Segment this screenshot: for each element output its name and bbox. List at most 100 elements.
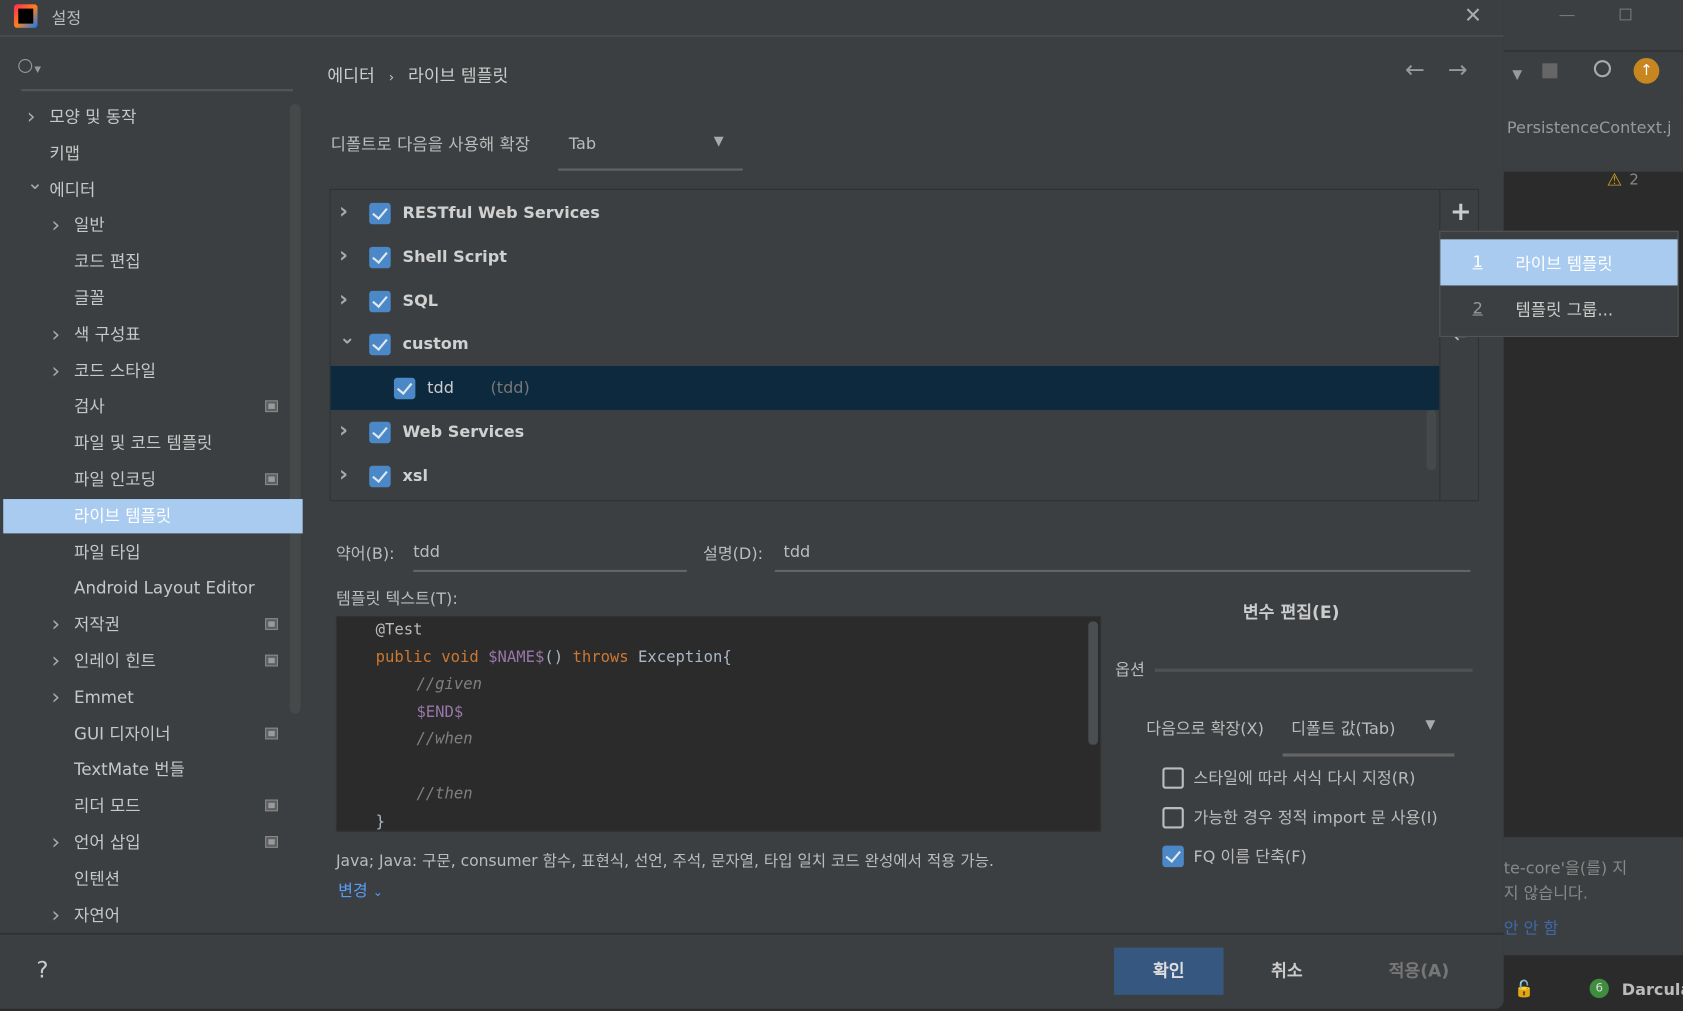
apply-button[interactable]: 적용(A): [1370, 948, 1469, 995]
chevron-right-icon[interactable]: ›: [339, 452, 348, 496]
sidebar-item[interactable]: 파일 및 코드 템플릿: [3, 426, 302, 460]
template-group-row[interactable]: › RESTful Web Services: [331, 191, 1440, 235]
sidebar-item[interactable]: 인텐션: [3, 862, 302, 896]
sidebar-item[interactable]: TextMate 번들: [3, 753, 302, 787]
checkbox[interactable]: [369, 290, 391, 312]
checkbox[interactable]: [369, 421, 391, 444]
sidebar-item[interactable]: Android Layout Editor: [3, 571, 302, 605]
sidebar-item[interactable]: ⌄ 에디터: [3, 171, 302, 206]
settings-search-input[interactable]: [45, 55, 290, 84]
minimize-icon[interactable]: [1559, 15, 1575, 17]
help-button[interactable]: ?: [36, 957, 48, 983]
sidebar-item[interactable]: 파일 타입: [3, 535, 302, 569]
chevron-right-icon[interactable]: ›: [27, 99, 36, 133]
stop-icon[interactable]: [1542, 63, 1558, 79]
sidebar-item[interactable]: › 저작권: [3, 608, 302, 642]
expand-with-dropdown[interactable]: 디폴트 값(Tab) ▼: [1282, 713, 1455, 758]
restore-icon[interactable]: [1619, 8, 1632, 21]
sidebar-item-label: 에디터: [49, 179, 96, 200]
editor-tab[interactable]: PersistenceContext.ja: [1507, 118, 1670, 137]
back-arrow-icon[interactable]: ←: [1405, 57, 1425, 84]
sidebar-item[interactable]: 키맵: [3, 136, 302, 170]
chevron-right-icon[interactable]: ›: [339, 276, 348, 320]
sidebar-item[interactable]: › 언어 삽입: [3, 825, 302, 859]
event-count-badge[interactable]: 6: [1589, 978, 1609, 999]
dropdown-icon[interactable]: ▼: [1512, 67, 1522, 82]
chevron-right-icon[interactable]: ›: [52, 316, 61, 350]
chevron-right-icon[interactable]: ›: [52, 353, 61, 387]
template-text-editor[interactable]: @Test public void $NAME$() throws Except…: [335, 616, 1102, 832]
checkbox[interactable]: [1162, 767, 1184, 789]
sidebar-item[interactable]: › 코드 스타일: [3, 354, 302, 388]
chevron-right-icon[interactable]: ›: [339, 408, 348, 452]
sidebar-item-label: Emmet: [74, 687, 134, 708]
option-checkbox[interactable]: 스타일에 따라 서식 다시 지정(R): [1162, 766, 1484, 790]
checkbox-label: FQ 이름 단축(F): [1193, 846, 1307, 867]
checkbox[interactable]: [393, 377, 416, 400]
template-row[interactable]: tdd (tdd): [330, 366, 1440, 411]
template-group-row[interactable]: › Shell Script: [331, 235, 1440, 279]
change-contexts-link[interactable]: 변경 ⌄: [338, 879, 383, 902]
checkbox[interactable]: [1162, 806, 1184, 828]
abbrev-input[interactable]: tdd: [413, 537, 687, 573]
edit-variables-button[interactable]: 변수 편집(E): [1243, 598, 1340, 624]
warning-icon[interactable]: ⚠: [1607, 170, 1622, 190]
sidebar-item[interactable]: 리더 모드: [3, 789, 302, 823]
ok-button[interactable]: 확인: [1114, 947, 1224, 995]
chevron-right-icon[interactable]: ›: [52, 897, 61, 931]
search-icon[interactable]: [1593, 60, 1612, 78]
chevron-right-icon[interactable]: ›: [52, 643, 61, 677]
tree-scrollbar[interactable]: [1426, 409, 1437, 471]
description-input[interactable]: tdd: [774, 537, 1471, 573]
checkbox[interactable]: [369, 334, 391, 356]
search-icon: [18, 59, 33, 73]
chevron-right-icon[interactable]: ›: [52, 824, 61, 858]
template-group-row[interactable]: › xsl: [331, 454, 1440, 498]
close-icon[interactable]: ✕: [1464, 2, 1482, 28]
sidebar-item[interactable]: › 일반: [3, 209, 302, 243]
menu-item-live-template[interactable]: 1 라이브 템플릿: [1440, 239, 1678, 286]
sidebar-item-label: 색 구성표: [74, 324, 141, 345]
sidebar-item[interactable]: › Emmet: [3, 680, 302, 714]
editor-scrollbar[interactable]: [1088, 621, 1098, 745]
sidebar-item[interactable]: › 자연어: [3, 898, 302, 932]
checkbox[interactable]: [369, 202, 391, 225]
chevron-right-icon[interactable]: ›: [52, 607, 61, 641]
checkbox[interactable]: [1162, 845, 1184, 868]
template-group-row[interactable]: › Web Services: [331, 410, 1440, 454]
sidebar-item[interactable]: › 모양 및 동작: [3, 100, 302, 134]
forward-arrow-icon[interactable]: →: [1448, 57, 1468, 84]
sidebar-item-label: 코드 편집: [74, 252, 141, 272]
sidebar-item[interactable]: › 색 구성표: [3, 317, 302, 351]
update-icon[interactable]: ↑: [1633, 57, 1660, 84]
sidebar-item[interactable]: 파일 인코딩: [3, 463, 302, 497]
code-line: //when: [416, 730, 473, 749]
template-group-row[interactable]: › SQL: [331, 279, 1440, 323]
sidebar-item[interactable]: › 인레이 힌트: [3, 644, 302, 678]
sidebar-item[interactable]: GUI 디자이너: [3, 716, 302, 750]
chevron-right-icon[interactable]: ›: [339, 190, 348, 233]
chevron-right-icon[interactable]: ›: [52, 208, 61, 242]
expand-default-dropdown[interactable]: Tab ▼: [558, 129, 743, 172]
add-icon[interactable]: +: [1450, 196, 1472, 226]
sidebar-item[interactable]: 코드 편집: [3, 245, 302, 279]
breadcrumb-item[interactable]: 에디터: [327, 65, 374, 85]
lock-icon[interactable]: 🔓: [1514, 979, 1534, 998]
chevron-right-icon[interactable]: ›: [339, 233, 348, 277]
chevron-down-icon[interactable]: ⌄: [339, 316, 355, 360]
sidebar-item[interactable]: 검사: [3, 390, 302, 424]
option-checkbox[interactable]: FQ 이름 단축(F): [1162, 845, 1484, 869]
option-checkbox[interactable]: 가능한 경우 정적 import 문 사용(I): [1162, 805, 1484, 829]
chevron-down-icon[interactable]: ⌄: [27, 166, 43, 200]
notification-link[interactable]: 안 안 함: [1504, 917, 1559, 940]
template-group-row[interactable]: ⌄ custom: [331, 322, 1440, 366]
sidebar-item[interactable]: 라이브 템플릿: [3, 498, 303, 534]
checkbox[interactable]: [369, 246, 391, 269]
sidebar-item[interactable]: 글꼴: [3, 281, 302, 315]
checkbox[interactable]: [369, 465, 391, 488]
cancel-button[interactable]: 취소: [1236, 948, 1337, 995]
theme-label[interactable]: Darcula: [1622, 980, 1683, 999]
menu-item-template-group[interactable]: 2 템플릿 그룹...: [1440, 285, 1677, 333]
project-scope-icon: [265, 400, 278, 413]
chevron-right-icon[interactable]: ›: [52, 679, 61, 713]
